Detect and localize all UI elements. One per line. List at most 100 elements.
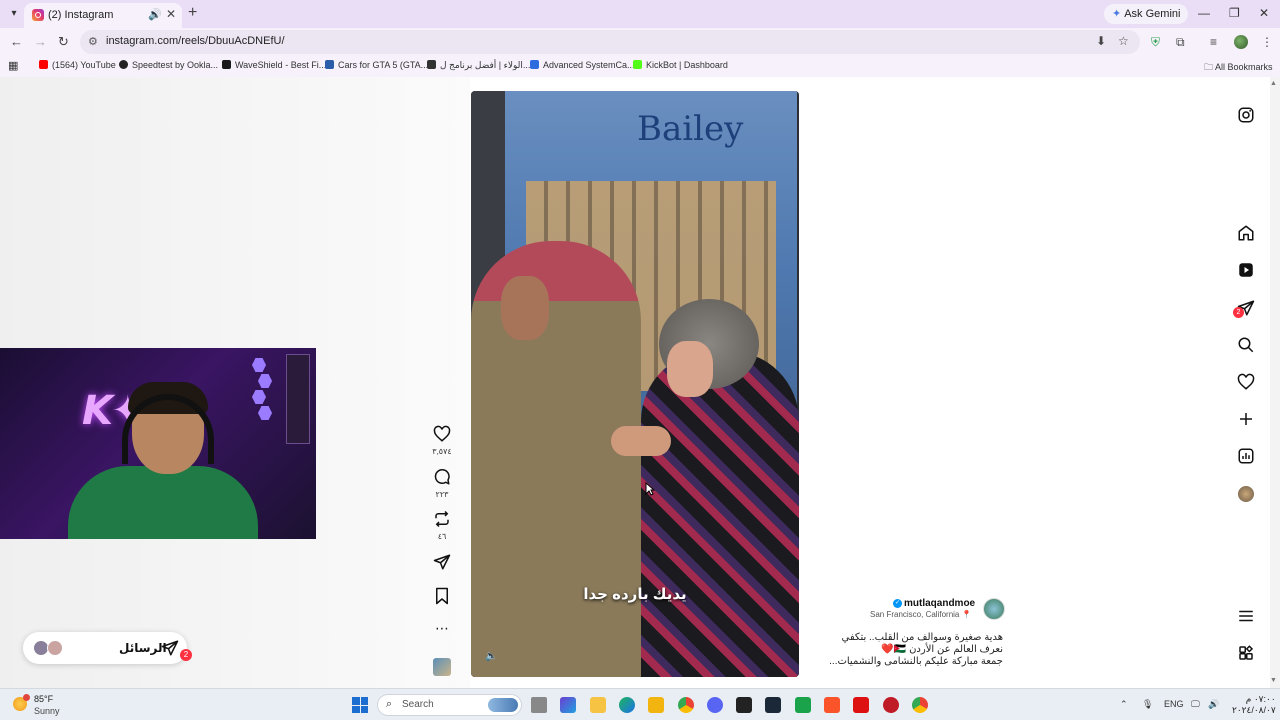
bookmark-star-icon[interactable]: ☆ xyxy=(1118,34,1129,48)
author-username[interactable]: mutlaqandmoe xyxy=(904,598,975,609)
forward-icon[interactable]: → xyxy=(34,34,47,49)
close-window-button[interactable]: ✕ xyxy=(1259,6,1269,20)
taskbar-clock[interactable]: ٠٧:٠٠ م ٢٠٢٤/٠٨/٠٧ xyxy=(1232,694,1276,716)
media-control-icon[interactable]: ≡ xyxy=(1210,35,1217,49)
volume-icon[interactable]: 🔊 xyxy=(1208,699,1219,710)
minimize-button[interactable]: — xyxy=(1198,6,1210,20)
messages-pill[interactable]: الرسائل 2 xyxy=(23,632,192,664)
hex-light xyxy=(252,390,266,404)
tray-overflow-icon[interactable]: ⌃ xyxy=(1120,699,1128,710)
file-explorer-icon[interactable] xyxy=(590,697,606,713)
clock-time: ٠٧:٠٠ م xyxy=(1245,694,1276,704)
notifications-heart-icon[interactable] xyxy=(1237,373,1255,391)
extensions-icon[interactable]: ⧉ xyxy=(1176,35,1185,50)
instagram-logo-icon[interactable] xyxy=(1237,106,1255,124)
reel-video[interactable]: Bailey يديك بارده جدا 🔈 xyxy=(471,91,799,677)
discord-icon[interactable] xyxy=(707,697,723,713)
menu-kebab-icon[interactable]: ⋮ xyxy=(1261,35,1273,49)
folder-icon: 🗀 xyxy=(1204,62,1216,72)
game-launcher-icon[interactable] xyxy=(883,697,899,713)
neon-sign xyxy=(286,354,310,444)
tab-instagram[interactable]: (2) Instagram 🔊 ✕ xyxy=(24,3,182,28)
dashboard-icon[interactable] xyxy=(1237,447,1255,465)
bookmark-gta-cars[interactable]: Cars for GTA 5 (GTA... xyxy=(325,60,428,70)
description-line: هدية صغيرة وسوالف من القلب.. بتكفي xyxy=(841,632,1003,643)
new-tab-button[interactable]: + xyxy=(188,4,197,22)
create-plus-icon[interactable] xyxy=(1237,410,1255,428)
bookmark-speedtest[interactable]: Speedtest by Ookla... xyxy=(119,60,218,70)
post-description[interactable]: هدية صغيرة وسوالف من القلب.. بتكفي نعرف … xyxy=(820,632,1003,668)
chrome-profile-icon[interactable] xyxy=(912,697,928,713)
brave-icon[interactable] xyxy=(824,697,840,713)
all-bookmarks-folder[interactable]: 🗀 All Bookmarks xyxy=(1204,60,1273,76)
ask-gemini-button[interactable]: ✦ Ask Gemini xyxy=(1104,4,1189,24)
more-options-icon[interactable]: ⋯ xyxy=(428,621,456,635)
restore-button[interactable]: ❐ xyxy=(1229,6,1240,20)
video-woman-face xyxy=(667,341,713,397)
weather-description[interactable]: Sunny xyxy=(34,706,60,716)
chrome-icon[interactable] xyxy=(678,697,694,713)
reels-icon[interactable] xyxy=(1237,261,1255,279)
speaker-icon[interactable]: 🔊 xyxy=(148,8,162,21)
bookmark-kickbot[interactable]: KickBot | Dashboard xyxy=(633,60,728,70)
copilot-icon[interactable] xyxy=(560,697,576,713)
page-scrollbar[interactable]: ▲ ▼ xyxy=(1270,77,1280,688)
store-icon[interactable] xyxy=(648,697,664,713)
language-indicator[interactable]: ENG xyxy=(1164,699,1184,709)
steam-icon[interactable] xyxy=(765,697,781,713)
share-button[interactable] xyxy=(428,553,456,574)
profile-avatar[interactable] xyxy=(1234,35,1248,49)
home-icon[interactable] xyxy=(1237,224,1255,242)
notification-badge: 2 xyxy=(1233,307,1244,318)
install-app-icon[interactable]: ⬇ xyxy=(1096,34,1106,48)
save-button[interactable] xyxy=(428,587,456,608)
heart-icon xyxy=(433,425,451,442)
bookmark-label: Advanced SystemCa... xyxy=(543,60,635,70)
msi-center-icon[interactable] xyxy=(853,697,869,713)
also-from-meta-icon[interactable] xyxy=(1237,644,1255,662)
messages-label: الرسائل xyxy=(119,641,167,655)
search-icon[interactable] xyxy=(1237,336,1255,354)
network-icon[interactable]: 🖵 xyxy=(1191,699,1200,710)
bookmark-youtube[interactable]: (1564) YouTube xyxy=(39,60,116,70)
bookmark-waveshield[interactable]: WaveShield - Best Fi... xyxy=(222,60,326,70)
shield-extension-icon[interactable]: ⛨ xyxy=(1151,35,1160,50)
windows-taskbar: 85°F Sunny ⌕ Search ⌃ 🎙 ENG 🖵 🔊 ٠٧:٠٠ م … xyxy=(0,688,1280,720)
weather-temperature[interactable]: 85°F xyxy=(34,694,53,704)
more-menu-icon[interactable] xyxy=(1237,607,1255,625)
scroll-up-icon[interactable]: ▲ xyxy=(1270,80,1277,87)
bookmark-label: Speedtest by Ookla... xyxy=(132,60,219,70)
video-man-face xyxy=(501,276,549,340)
apps-grid-icon[interactable]: ▦ xyxy=(8,59,18,72)
reload-icon[interactable]: ↻ xyxy=(58,34,69,50)
windows-start-button[interactable] xyxy=(352,697,368,713)
instagram-favicon-icon xyxy=(32,9,44,21)
original-audio-thumbnail[interactable] xyxy=(433,658,451,676)
author-avatar[interactable] xyxy=(983,598,1005,620)
scroll-down-icon[interactable]: ▼ xyxy=(1270,677,1277,684)
tab-search-icon[interactable]: ▾ xyxy=(6,6,22,22)
profile-avatar[interactable] xyxy=(1238,486,1254,502)
site-info-icon[interactable]: ⚙ xyxy=(88,35,98,48)
back-icon[interactable]: ← xyxy=(10,34,23,49)
xbox-app-icon[interactable] xyxy=(795,697,811,713)
volume-icon[interactable]: 🔈 xyxy=(485,651,497,662)
address-bar[interactable]: ⚙ instagram.com/reels/DbuuAcDNEfU/ ⬇ ☆ xyxy=(80,30,1140,54)
bookmark-alwala[interactable]: الولاء | أفضل برنامج ل... xyxy=(427,60,530,71)
close-tab-icon[interactable]: ✕ xyxy=(166,7,176,21)
microphone-icon[interactable]: 🎙 xyxy=(1142,699,1153,710)
epic-games-icon[interactable] xyxy=(736,697,752,713)
edge-icon[interactable] xyxy=(619,697,635,713)
tab-title: (2) Instagram xyxy=(48,9,114,21)
taskbar-search[interactable]: ⌕ Search xyxy=(377,694,522,716)
comment-button[interactable]: ٢٢٣ xyxy=(428,468,456,499)
task-view-icon[interactable] xyxy=(531,697,547,713)
waveshield-icon xyxy=(222,60,231,69)
like-button[interactable]: ٣,٥٧٤ xyxy=(428,425,456,456)
post-location[interactable]: San Francisco, California 📍 xyxy=(870,610,972,619)
bookmark-advanced-systemcare[interactable]: Advanced SystemCa... xyxy=(530,60,635,70)
repost-button[interactable]: ٤٦ xyxy=(428,510,456,541)
systemcare-icon xyxy=(530,60,539,69)
description-line: جمعة مباركة عليكم بالنشامى والنشميات... xyxy=(829,656,1003,667)
url-text[interactable]: instagram.com/reels/DbuuAcDNEfU/ xyxy=(106,35,285,47)
